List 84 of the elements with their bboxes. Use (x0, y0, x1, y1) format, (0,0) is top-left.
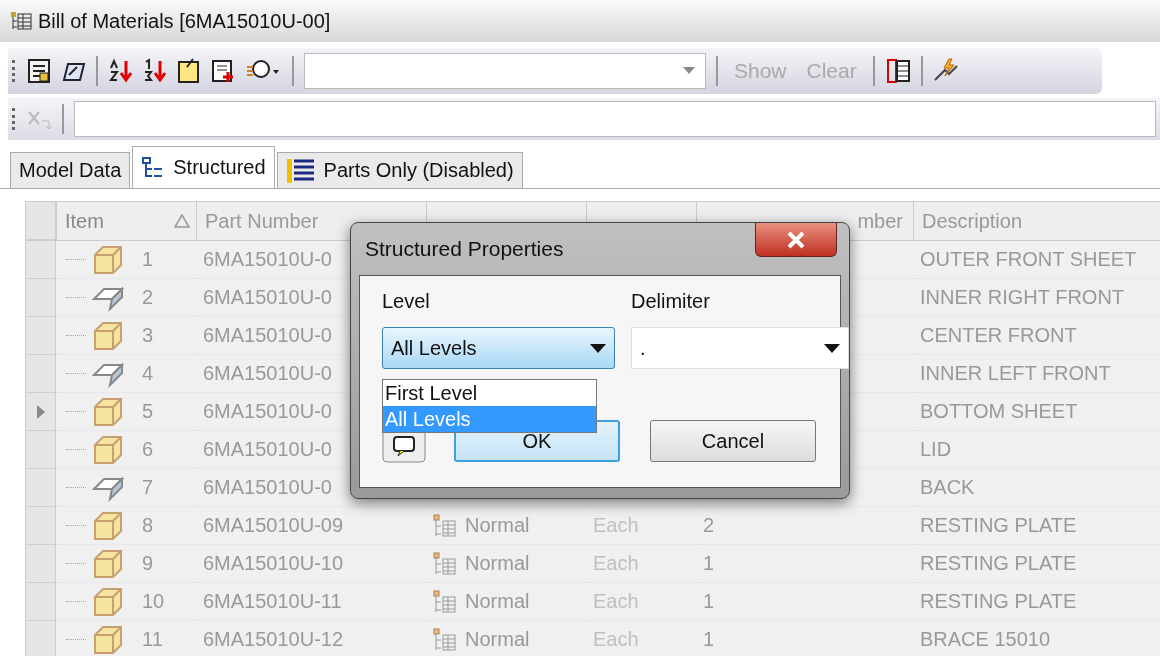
part-number: 6MA15010U-10 (203, 552, 344, 575)
tab[interactable]: Model Data (10, 152, 131, 188)
part-number: 6MA15010U-0 (203, 286, 332, 309)
dialog-button[interactable]: Cancel (650, 420, 816, 462)
column-header: Part Number (205, 209, 319, 233)
item-number: 7 (142, 476, 154, 499)
item-number: 8 (142, 514, 154, 537)
list-export-icon[interactable] (884, 58, 911, 84)
sort-ascending-icon[interactable] (108, 58, 134, 84)
item-number: 1 (142, 248, 154, 271)
row-header[interactable] (26, 393, 56, 431)
qty: 1 (703, 552, 715, 575)
bom-structure: Normal (465, 590, 530, 613)
row-pointer-icon (35, 403, 46, 420)
description: BOTTOM SHEET (920, 400, 1078, 423)
row-header[interactable] (26, 469, 56, 507)
row-header[interactable] (26, 583, 56, 621)
field-label: Delimiter (631, 290, 711, 313)
bom-icon (10, 11, 32, 31)
part-number: 6MA15010U-0 (203, 248, 332, 271)
column-header: Description (922, 209, 1023, 233)
part-number: 6MA15010U-0 (203, 324, 332, 347)
part-number: 6MA15010U-11 (203, 590, 342, 613)
document-add-icon[interactable] (210, 58, 236, 84)
description: RESTING PLATE (920, 552, 1077, 575)
tab[interactable]: Structured (132, 146, 275, 188)
item-number: 9 (142, 552, 154, 575)
row-header[interactable] (26, 355, 56, 393)
delimiter-dropdown[interactable]: . (631, 327, 849, 369)
row-header[interactable] (26, 507, 56, 545)
bom-icon (433, 551, 457, 576)
bom-structure: Normal (465, 514, 530, 537)
description: OUTER FRONT SHEET (920, 248, 1137, 271)
row-header[interactable] (26, 621, 56, 656)
description: INNER LEFT FRONT (920, 362, 1111, 385)
item-number: 4 (142, 362, 154, 385)
column-header: Item (65, 209, 104, 233)
part-number: 6MA15010U-12 (203, 628, 344, 651)
item-number: 2 (142, 286, 154, 309)
item-number: 6 (142, 438, 154, 461)
tab[interactable]: Parts Only (Disabled) (276, 152, 523, 188)
description: INNER RIGHT FRONT (920, 286, 1125, 309)
row-header[interactable] (26, 545, 56, 583)
description: RESTING PLATE (920, 514, 1077, 537)
qty: 1 (703, 628, 715, 651)
description: CENTER FRONT (920, 324, 1077, 347)
description: RESTING PLATE (920, 590, 1077, 613)
dropdown-option[interactable]: First Level (383, 380, 596, 406)
filter-dropdown[interactable] (304, 53, 706, 89)
description: BRACE 15010 (920, 628, 1051, 651)
column-header: mber (857, 209, 903, 233)
close-button[interactable] (755, 223, 837, 257)
form-icon[interactable] (26, 58, 52, 84)
part-number: 6MA15010U-09 (203, 514, 344, 537)
description: LID (920, 438, 952, 461)
level-dropdown[interactable]: All Levels (382, 327, 615, 369)
item-number: 10 (142, 590, 165, 613)
qty: 1 (703, 590, 715, 613)
bom-icon (433, 627, 457, 652)
row-header[interactable] (26, 317, 56, 355)
list-icon (285, 157, 316, 184)
item-number: 11 (142, 628, 163, 651)
formula-field[interactable] (74, 101, 1156, 137)
bom-icon (433, 589, 457, 614)
bom-icon (433, 513, 457, 538)
part-number: 6MA15010U-0 (203, 362, 332, 385)
item-number: 5 (142, 400, 154, 423)
row-header[interactable] (26, 279, 56, 317)
window-title: Bill of Materials [6MA15010U-00] (38, 9, 331, 33)
dialog-title: Structured Properties (365, 237, 564, 261)
note-icon[interactable] (176, 58, 202, 84)
bom-structure: Normal (465, 628, 530, 651)
field-label: Level (382, 290, 431, 313)
qty: 2 (703, 514, 715, 537)
item-number: 3 (142, 324, 154, 347)
row-header[interactable] (26, 431, 56, 469)
part-number: 6MA15010U-0 (203, 400, 332, 423)
sort-numeric-icon[interactable] (142, 58, 168, 84)
part-number: 6MA15010U-0 (203, 438, 332, 461)
close-icon (785, 230, 807, 249)
row-header[interactable] (26, 241, 56, 279)
description: BACK (920, 476, 975, 499)
part-number: 6MA15010U-0 (203, 476, 332, 499)
bom-structure: Normal (465, 552, 530, 575)
